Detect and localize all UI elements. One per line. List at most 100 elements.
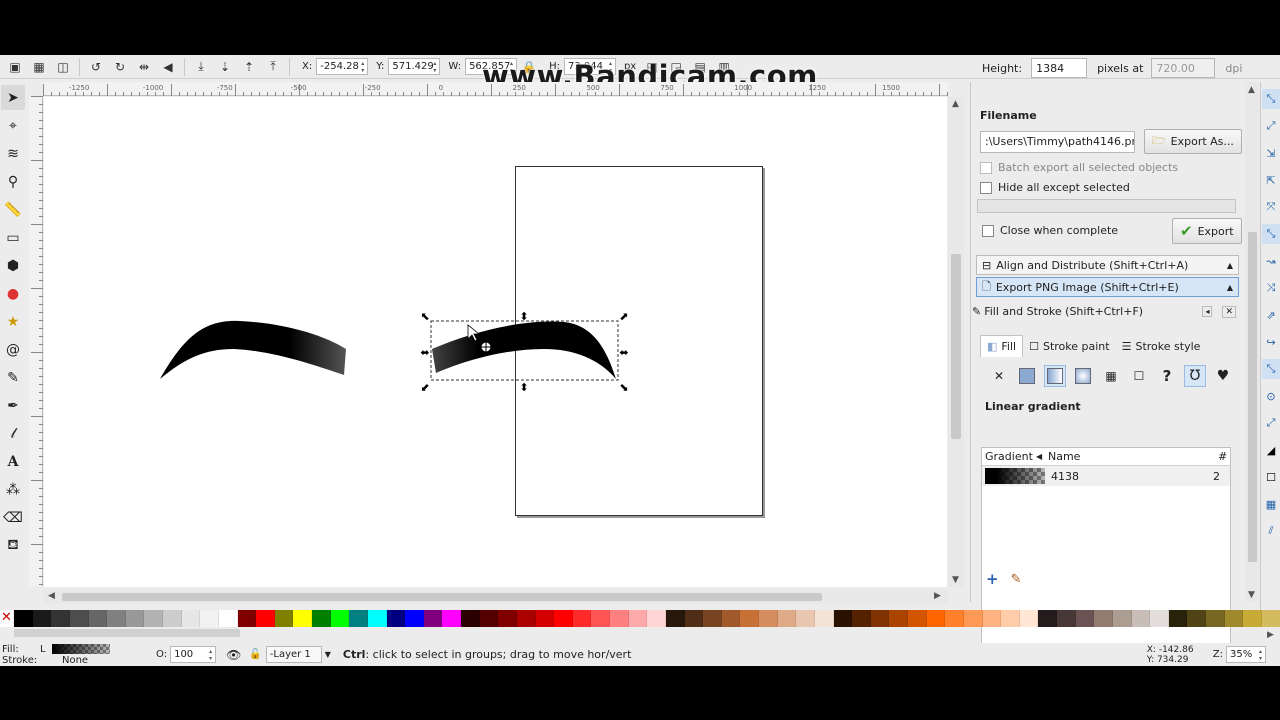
- edit-gradient-icon[interactable]: ✎: [1011, 572, 1022, 587]
- close-when-complete-row[interactable]: Close when complete: [982, 224, 1118, 237]
- scroll-down-icon[interactable]: ▼: [1248, 590, 1255, 600]
- collapse-arrow-icon[interactable]: ▲: [1227, 283, 1233, 292]
- pattern-icon[interactable]: ▦: [1100, 365, 1122, 387]
- y-input[interactable]: 571.429: [388, 58, 441, 75]
- palette-swatch[interactable]: [796, 610, 815, 627]
- zoom-input[interactable]: 35%: [1226, 646, 1266, 663]
- palette-swatch[interactable]: [144, 610, 163, 627]
- eraser-tool-icon[interactable]: ⌫: [1, 505, 25, 530]
- lower-icon[interactable]: ⇣: [215, 57, 235, 77]
- star-tool-icon[interactable]: ★: [1, 309, 25, 334]
- raise-icon[interactable]: ⇡: [239, 57, 259, 77]
- palette-swatch[interactable]: [1168, 610, 1188, 627]
- palette-swatch[interactable]: [386, 610, 406, 627]
- palette-swatch[interactable]: [312, 610, 331, 627]
- palette-swatch[interactable]: [218, 610, 238, 627]
- name-column-header[interactable]: Name: [1048, 450, 1218, 463]
- palette-swatch[interactable]: [461, 610, 480, 627]
- rotate-ccw-icon[interactable]: ↺: [86, 57, 106, 77]
- palette-swatch[interactable]: [1001, 610, 1020, 627]
- spray-tool-icon[interactable]: ⁂: [1, 477, 25, 502]
- handle-top-left-icon[interactable]: ⬉: [420, 310, 429, 323]
- palette-swatch[interactable]: [237, 610, 257, 627]
- linear-gradient-icon[interactable]: [1044, 365, 1066, 387]
- snap-smooth-icon[interactable]: ↪: [1262, 332, 1280, 352]
- snap-bbox-midpoints-icon[interactable]: ⤧: [1262, 197, 1280, 217]
- palette-swatch[interactable]: [814, 610, 834, 627]
- palette-swatch[interactable]: [14, 610, 33, 627]
- palette-swatch[interactable]: [833, 610, 853, 627]
- collapse-arrow-icon[interactable]: ▲: [1227, 261, 1233, 270]
- handle-bottom-icon[interactable]: ⬍: [519, 381, 528, 394]
- palette-swatch[interactable]: [963, 610, 983, 627]
- snap-intersections-icon[interactable]: ⤨: [1262, 278, 1280, 298]
- palette-swatch[interactable]: [628, 610, 648, 627]
- palette-swatch[interactable]: [759, 610, 778, 627]
- palette-swatch[interactable]: [684, 610, 704, 627]
- vertical-ruler[interactable]: [29, 96, 43, 586]
- palette-swatch[interactable]: [926, 610, 946, 627]
- x-input[interactable]: -254.28: [316, 58, 369, 75]
- bucket-tool-icon[interactable]: ⛾: [1, 533, 25, 558]
- batch-export-checkbox[interactable]: [980, 161, 992, 174]
- scroll-thumb[interactable]: [62, 593, 822, 601]
- flip-vertical-icon[interactable]: ◀: [158, 57, 178, 77]
- palette-swatch[interactable]: [610, 610, 629, 627]
- style-indicator-values[interactable]: L None: [40, 644, 112, 666]
- palette-swatch[interactable]: [330, 610, 350, 627]
- zoom-tool-icon[interactable]: ⚲: [1, 169, 25, 194]
- gradient-column-header[interactable]: Gradient: [982, 450, 1036, 463]
- fill-rule-nonzero-icon[interactable]: ♥: [1212, 365, 1234, 387]
- palette-swatch[interactable]: [777, 610, 797, 627]
- batch-export-row[interactable]: Batch export all selected objects: [980, 161, 1178, 174]
- fill-rule-evenodd-icon[interactable]: Ʊ: [1184, 365, 1206, 387]
- palette-swatch[interactable]: [1094, 610, 1113, 627]
- select-tool-icon[interactable]: ➤: [1, 85, 25, 110]
- eyebrow-shape-left[interactable]: [160, 320, 346, 379]
- palette-swatch[interactable]: [554, 610, 573, 627]
- no-paint-icon[interactable]: ✕: [988, 365, 1010, 387]
- scroll-up-icon[interactable]: ▲: [1248, 85, 1255, 95]
- snap-bbox-edges-icon[interactable]: ⇲: [1262, 143, 1280, 163]
- flat-color-icon[interactable]: [1016, 365, 1038, 387]
- drawing-canvas[interactable]: ⬉ ⬍ ⬈ ⬌ ⬌ ⬋ ⬍ ⬊: [44, 97, 947, 587]
- palette-swatch[interactable]: [1019, 610, 1039, 627]
- palette-swatch[interactable]: [51, 610, 70, 627]
- dock-iconify-icon[interactable]: ◂: [1202, 306, 1213, 317]
- handle-top-right-icon[interactable]: ⬈: [619, 310, 628, 323]
- pen-tool-icon[interactable]: ✒: [1, 393, 25, 418]
- palette-swatch[interactable]: [572, 610, 592, 627]
- palette-swatch[interactable]: [703, 610, 722, 627]
- snap-bbox-corners-icon[interactable]: ⇱: [1262, 170, 1280, 190]
- palette-swatch[interactable]: [1131, 610, 1151, 627]
- palette-swatch[interactable]: [1150, 610, 1169, 627]
- add-gradient-icon[interactable]: +: [986, 570, 999, 588]
- scroll-up-icon[interactable]: ▲: [952, 99, 959, 109]
- flip-horizontal-icon[interactable]: ⇹: [134, 57, 154, 77]
- snap-centers-icon[interactable]: ⊙: [1262, 386, 1280, 406]
- gradient-row[interactable]: 4138 2: [982, 466, 1230, 486]
- palette-swatch[interactable]: [1261, 610, 1280, 627]
- close-when-complete-checkbox[interactable]: [982, 224, 994, 237]
- filename-input[interactable]: :\Users\Timmy\path4146.png: [980, 130, 1135, 153]
- palette-swatch[interactable]: [945, 610, 964, 627]
- dpi-input[interactable]: 720.00: [1151, 58, 1216, 78]
- palette-swatch[interactable]: [181, 610, 201, 627]
- palette-swatch[interactable]: [442, 610, 461, 627]
- swatch-icon[interactable]: ☐: [1128, 365, 1150, 387]
- scroll-thumb[interactable]: [1248, 232, 1257, 562]
- canvas-horizontal-scrollbar[interactable]: ◀ ▶: [44, 590, 948, 604]
- count-column-header[interactable]: #: [1218, 450, 1227, 463]
- handle-left-icon[interactable]: ⬌: [420, 346, 429, 359]
- palette-swatch[interactable]: [1038, 610, 1057, 627]
- snap-text-baseline-icon[interactable]: ◢: [1262, 440, 1280, 460]
- handle-top-icon[interactable]: ⬍: [519, 310, 528, 323]
- dock-close-icon[interactable]: ✕: [1222, 305, 1236, 318]
- scroll-left-icon[interactable]: ◀: [48, 591, 55, 601]
- snap-nodes-icon[interactable]: ⤡: [1262, 224, 1280, 244]
- palette-swatch[interactable]: [88, 610, 108, 627]
- unset-paint-icon[interactable]: ?: [1156, 365, 1178, 387]
- scroll-down-icon[interactable]: ▼: [952, 575, 959, 585]
- radial-gradient-icon[interactable]: [1072, 365, 1094, 387]
- palette-swatch[interactable]: [69, 610, 89, 627]
